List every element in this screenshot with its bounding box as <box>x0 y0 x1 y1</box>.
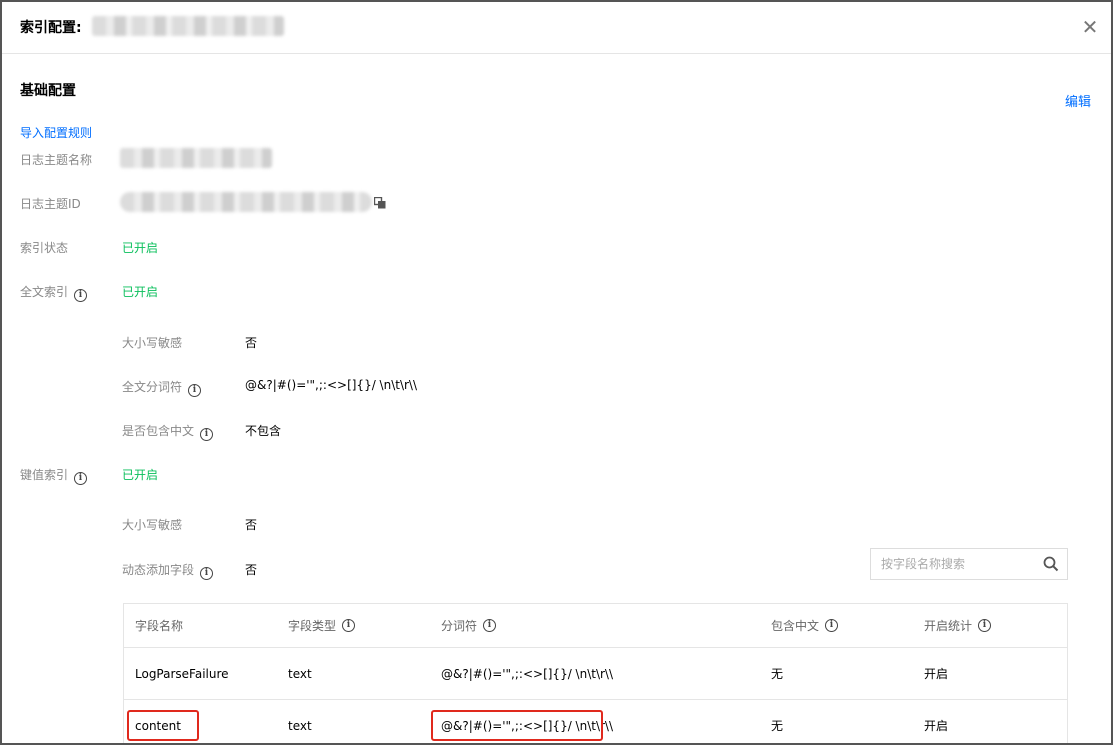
info-icon[interactable]: i <box>188 384 202 397</box>
info-icon[interactable]: i <box>825 619 839 632</box>
import-config-link[interactable]: 导入配置规则 <box>20 124 92 141</box>
topic-id-label: 日志主题ID <box>20 197 81 211</box>
field-search-input[interactable] <box>871 549 1031 579</box>
dialog-header: 索引配置: ✕ <box>2 2 1111 54</box>
info-icon[interactable]: i <box>74 472 88 485</box>
redacted-title <box>92 16 284 36</box>
field-name-cell: LogParseFailure <box>135 666 229 681</box>
kv-case-label: 大小写敏感 <box>122 518 183 532</box>
table-header-row: 字段名称 字段类型 i 分词符 i 包含中文 i 开启统计 i <box>124 604 1067 648</box>
info-icon[interactable]: i <box>342 619 356 632</box>
kv-index-text: 键值索引 <box>20 468 69 482</box>
ft-chinese-text: 是否包含中文 <box>122 424 195 438</box>
info-icon[interactable]: i <box>74 289 88 302</box>
edit-link[interactable]: 编辑 <box>1065 91 1091 110</box>
col-header-field-type-text: 字段类型 <box>288 619 337 633</box>
col-header-delimiter: 分词符 i <box>441 604 497 647</box>
redacted-topic-id <box>120 192 372 212</box>
statistics-cell: 开启 <box>924 667 949 681</box>
highlight-box-delimiter <box>431 710 603 741</box>
fulltext-index-label: 全文索引 i <box>20 283 88 302</box>
kv-index-label: 键值索引 i <box>20 466 88 485</box>
statistics-cell: 开启 <box>924 719 949 733</box>
field-type-cell: text <box>288 666 312 681</box>
ft-case-label: 大小写敏感 <box>122 336 183 350</box>
ft-chinese-label: 是否包含中文 i <box>122 422 214 441</box>
ft-delim-value: @&?|#()='",;:<>[]{}/ \n\t\r\\ <box>245 378 418 392</box>
index-config-dialog: 索引配置: ✕ 基础配置 编辑 导入配置规则 日志主题名称 日志主题ID 索引状… <box>0 0 1113 745</box>
col-header-field-name: 字段名称 <box>135 619 184 633</box>
kv-index-value: 已开启 <box>122 468 159 482</box>
dialog-title: 索引配置: <box>20 20 82 36</box>
close-icon[interactable]: ✕ <box>1077 14 1103 40</box>
search-icon[interactable] <box>1043 556 1059 572</box>
delimiter-cell: @&?|#()='",;:<>[]{}/ \n\t\r\\ <box>441 666 614 681</box>
kv-case-value: 否 <box>245 518 258 532</box>
col-header-delimiter-text: 分词符 <box>441 619 478 633</box>
fulltext-index-value: 已开启 <box>122 285 159 299</box>
field-search-box <box>870 548 1068 580</box>
kv-dynamic-value: 否 <box>245 563 258 577</box>
info-icon[interactable]: i <box>483 619 497 632</box>
field-type-cell: text <box>288 718 312 733</box>
fulltext-index-text: 全文索引 <box>20 285 69 299</box>
topic-name-label: 日志主题名称 <box>20 153 93 167</box>
highlight-box-field-name <box>127 710 199 741</box>
info-icon[interactable]: i <box>200 428 214 441</box>
col-header-chinese: 包含中文 i <box>771 604 839 647</box>
ft-delim-label: 全文分词符 i <box>122 378 202 397</box>
ft-delim-text: 全文分词符 <box>122 380 183 394</box>
col-header-field-type: 字段类型 i <box>288 604 356 647</box>
chinese-cell: 无 <box>771 719 784 733</box>
ft-case-value: 否 <box>245 336 258 350</box>
section-title: 基础配置 <box>20 83 76 99</box>
table-row: LogParseFailure text @&?|#()='",;:<>[]{}… <box>124 648 1067 700</box>
chinese-cell: 无 <box>771 667 784 681</box>
col-header-statistics: 开启统计 i <box>924 604 992 647</box>
index-status-value: 已开启 <box>122 241 159 255</box>
col-header-chinese-text: 包含中文 <box>771 619 820 633</box>
index-status-label: 索引状态 <box>20 241 69 255</box>
col-header-statistics-text: 开启统计 <box>924 619 973 633</box>
info-icon[interactable]: i <box>978 619 992 632</box>
ft-chinese-value: 不包含 <box>245 424 282 438</box>
redacted-topic-name <box>120 148 272 168</box>
kv-dynamic-label: 动态添加字段 i <box>122 561 214 580</box>
copy-icon[interactable] <box>374 197 386 209</box>
info-icon[interactable]: i <box>200 567 214 580</box>
kv-dynamic-text: 动态添加字段 <box>122 563 195 577</box>
